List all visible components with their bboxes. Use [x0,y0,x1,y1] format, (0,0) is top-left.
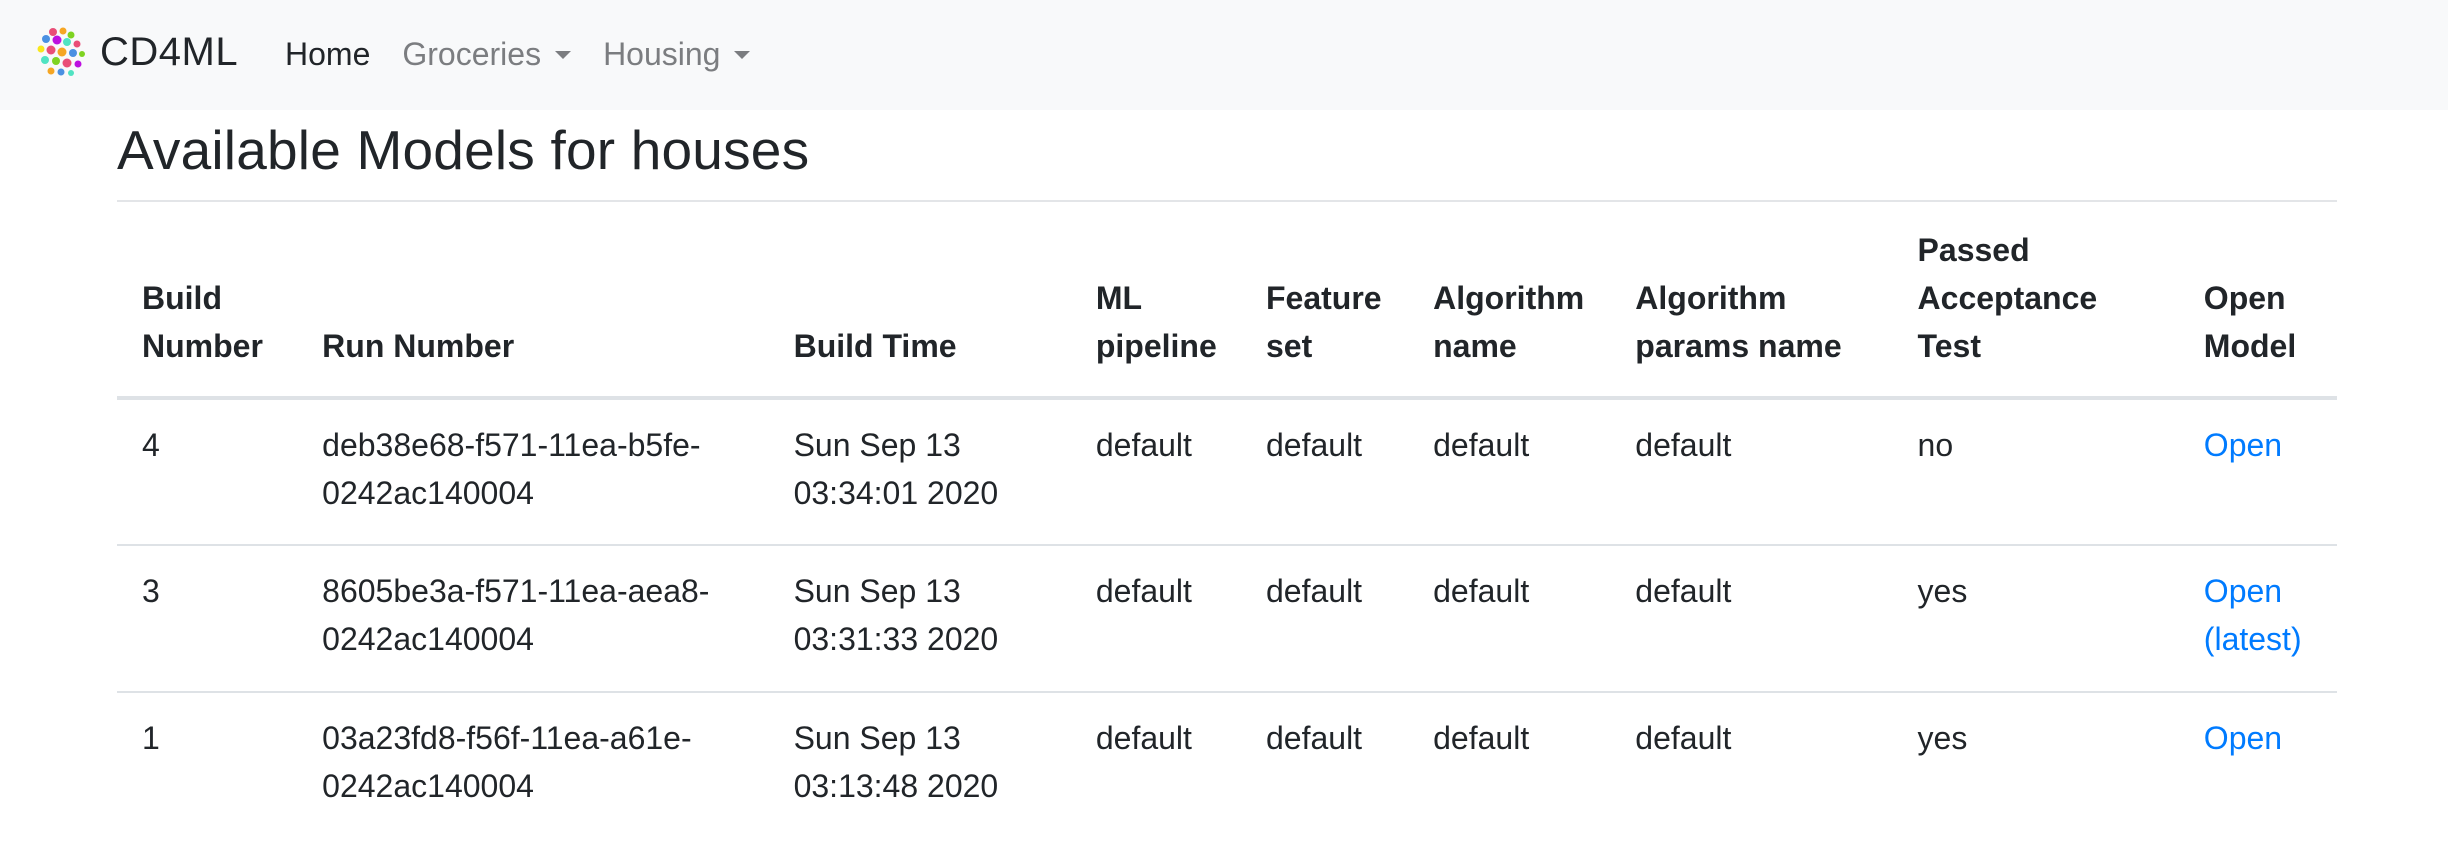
nav-item-label: Housing [603,36,721,72]
brand-link[interactable]: CD4ML [36,26,238,78]
cell-build-time: Sun Sep 13 03:34:01 2020 [768,398,1071,546]
page-title: Available Models for houses [117,119,810,181]
header-open-model: Open Model [2178,202,2337,400]
cell-run-number: deb38e68-f571-11ea-b5fe- 0242ac140004 [297,398,769,546]
table-row: 4 deb38e68-f571-11ea-b5fe- 0242ac140004 … [117,398,2337,546]
brand-name: CD4ML [100,30,239,74]
caret-down-icon [734,51,751,59]
models-table: Build Number Run Number Build Time ML pi… [117,202,2337,839]
cell-algorithm-params-name: default [1610,398,1893,546]
cell-open-model: Open (latest) [2178,545,2337,693]
cell-feature-set: default [1240,545,1409,693]
cell-ml-pipeline: default [1095,720,1192,756]
cell-build-time: Sun Sep 13 03:13:48 2020 [793,720,999,804]
open-model-link[interactable]: Open [2204,421,2337,469]
table-row: 1 03a23fd8-f56f-11ea-a61e- 0242ac140004 … [117,692,2337,839]
table-header: Build Number Run Number Build Time ML pi… [117,202,2337,400]
cell-feature-set: default [1240,398,1409,546]
cell-algorithm-name: default [1408,545,1611,693]
header-passed-acceptance-test: Passed Acceptance Test [1892,202,2179,400]
cell-open-model: Open [2178,398,2337,546]
caret-down-icon [555,51,572,59]
header-algorithm-name: Algorithm name [1408,202,1611,400]
nav-item-housing[interactable]: Housing [603,30,751,78]
nav-item-label: Home [285,36,371,72]
cell-ml-pipeline: default [1070,545,1241,693]
header-ml-pipeline: ML pipeline [1070,202,1241,400]
header-build-number: Build Number [117,202,298,400]
nav-item-groceries[interactable]: Groceries [402,30,572,78]
cell-ml-pipeline: default [1070,398,1241,546]
cell-passed-acceptance-test: no [1892,398,2179,546]
header-algorithm-params-name: Algorithm params name [1610,202,1893,400]
cell-build-time: Sun Sep 13 03:31:33 2020 [768,545,1071,693]
cell-build-number: 4 [117,398,298,546]
cell-algorithm-params-name: default [1635,720,1732,756]
table-body: 4 deb38e68-f571-11ea-b5fe- 0242ac140004 … [117,398,2337,839]
open-latest-model-link[interactable]: Open (latest) [2204,567,2337,663]
cell-open-model: Open [2179,692,2337,839]
cell-algorithm-name: default [1433,720,1530,756]
open-model-link[interactable]: Open [2204,714,2337,762]
header-feature-set: Feature set [1240,202,1409,400]
header-run-number: Run Number [297,202,769,400]
table-row: 3 8605be3a-f571-11ea-aea8- 0242ac140004 … [117,545,2337,693]
cell-feature-set: default [1265,720,1363,756]
cell-passed-acceptance-test: yes [1917,720,1968,756]
nav-item-label: Groceries [402,36,542,72]
nav-menu: Home Groceries Housing [285,30,782,78]
cell-build-number: 3 [117,545,298,693]
cell-run-number: 03a23fd8-f56f-11ea-a61e- 0242ac140004 [322,720,692,804]
cell-build-number: 1 [142,720,160,756]
nav-item-home[interactable]: Home [285,30,370,78]
navbar: CD4ML Home Groceries Housing [0,0,2448,110]
cd4ml-logo-icon [37,27,85,76]
header-build-time: Build Time [768,202,1071,400]
cell-algorithm-params-name: default [1610,545,1893,693]
main-content: Available Models for houses Build Number… [117,110,2337,839]
cell-algorithm-name: default [1408,398,1611,546]
cell-run-number: 8605be3a-f571-11ea-aea8- 0242ac140004 [297,545,769,693]
cell-passed-acceptance-test: yes [1892,545,2179,693]
